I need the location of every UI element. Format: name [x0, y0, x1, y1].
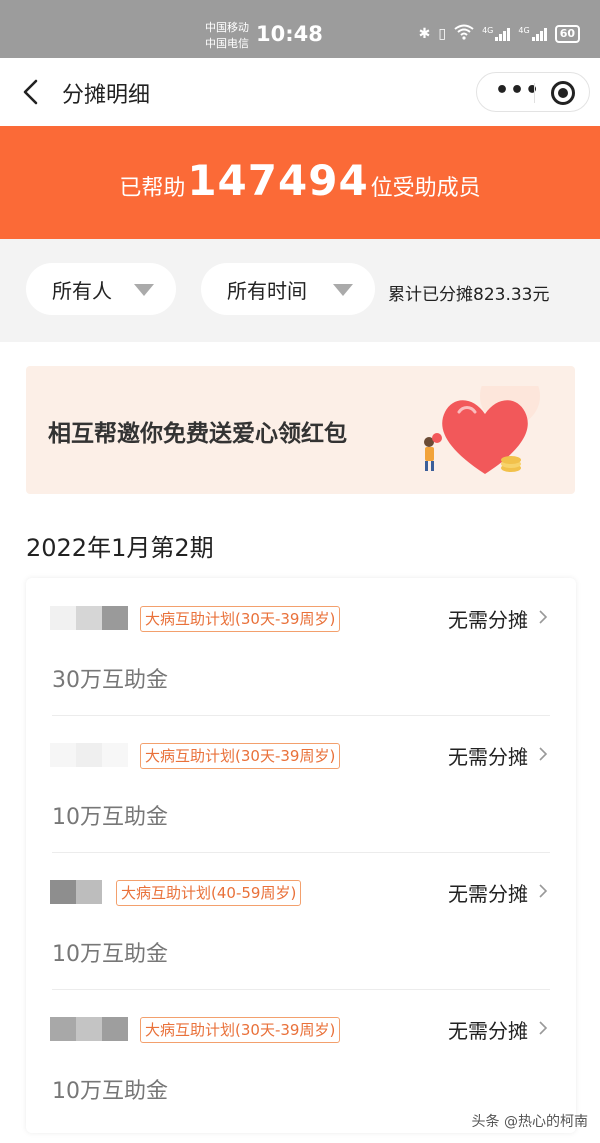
filter-bar: 所有人 所有时间 累计已分摊823.33元	[0, 239, 600, 342]
chevron-right-icon	[539, 1021, 548, 1035]
carrier-info: 中国移动 中国电信	[205, 20, 249, 52]
blurred-name	[50, 880, 102, 904]
person-filter-label: 所有人	[52, 278, 112, 303]
plan-tag: 大病互助计划(30天-39周岁)	[140, 606, 341, 632]
aid-amount: 10万互助金	[52, 942, 168, 967]
mini-program-capsule: •••	[476, 72, 590, 112]
carrier-2: 中国电信	[205, 37, 249, 50]
promo-banner[interactable]: 相互帮邀你免费送爱心领红包	[26, 366, 575, 494]
signal-icon: 4G	[482, 26, 511, 41]
aid-amount: 10万互助金	[52, 1079, 168, 1104]
record-list: 大病互助计划(30天-39周岁) 无需分摊 30万互助金 大病互助计划(30天-…	[26, 578, 576, 1133]
watermark: 头条 @热心的柯南	[471, 1114, 588, 1130]
list-item[interactable]: 大病互助计划(30天-39周岁) 无需分摊 10万互助金	[26, 989, 576, 1126]
back-arrow-icon[interactable]	[18, 78, 46, 106]
share-status: 无需分摊	[448, 1019, 528, 1043]
status-bar: 中国移动 中国电信 10:48 ✱ ▯ 4G 4G 60	[0, 0, 600, 58]
vibrate-icon: ▯	[438, 26, 447, 42]
clock: 10:48	[256, 22, 323, 46]
time-filter-label: 所有时间	[227, 278, 307, 303]
bluetooth-icon: ✱	[418, 26, 431, 42]
chevron-right-icon	[539, 747, 548, 761]
aid-amount: 10万互助金	[52, 805, 168, 830]
person-filter-dropdown[interactable]: 所有人	[26, 263, 176, 315]
total-shared-amount: 累计已分摊823.33元	[388, 285, 550, 305]
nav-bar: 分摊明细 •••	[0, 58, 600, 126]
banner-prefix: 已帮助	[119, 176, 186, 201]
signal-icon-2: 4G	[518, 26, 547, 41]
triangle-down-icon	[333, 284, 353, 296]
plan-tag: 大病互助计划(30天-39周岁)	[140, 1017, 341, 1043]
list-item[interactable]: 大病互助计划(30天-39周岁) 无需分摊 10万互助金	[26, 715, 576, 852]
plan-tag: 大病互助计划(30天-39周岁)	[140, 743, 341, 769]
wifi-icon	[454, 24, 474, 44]
carrier-1: 中国移动	[205, 21, 249, 34]
target-circle-icon[interactable]	[551, 81, 575, 105]
share-status: 无需分摊	[448, 745, 528, 769]
promo-text: 相互帮邀你免费送爱心领红包	[48, 421, 347, 447]
blurred-name	[50, 743, 128, 767]
time-filter-dropdown[interactable]: 所有时间	[201, 263, 375, 315]
battery-icon: 60	[554, 25, 580, 43]
banner-suffix: 位受助成员	[370, 176, 481, 201]
helped-count: 147494	[187, 156, 369, 205]
aid-amount: 30万互助金	[52, 668, 168, 693]
heart-illustration-icon	[424, 386, 540, 474]
chevron-right-icon	[539, 610, 548, 624]
main-content: 相互帮邀你免费送爱心领红包 2022年1月第2期 大病互助计划(30天-39周岁…	[0, 342, 600, 1143]
triangle-down-icon	[134, 284, 154, 296]
plan-tag: 大病互助计划(40-59周岁)	[116, 880, 302, 906]
list-item[interactable]: 大病互助计划(40-59周岁) 无需分摊 10万互助金	[26, 852, 576, 989]
list-item[interactable]: 大病互助计划(30天-39周岁) 无需分摊 30万互助金	[26, 578, 576, 715]
period-title: 2022年1月第2期	[26, 534, 214, 562]
help-count-banner: 已帮助 147494 位受助成员	[0, 126, 600, 239]
status-icons: ✱ ▯ 4G 4G 60	[419, 24, 580, 44]
share-status: 无需分摊	[448, 608, 528, 632]
chevron-right-icon	[539, 884, 548, 898]
share-status: 无需分摊	[448, 882, 528, 906]
blurred-name	[50, 606, 128, 630]
capsule-divider	[534, 83, 535, 103]
blurred-name	[50, 1017, 128, 1041]
page-title: 分摊明细	[62, 83, 151, 108]
